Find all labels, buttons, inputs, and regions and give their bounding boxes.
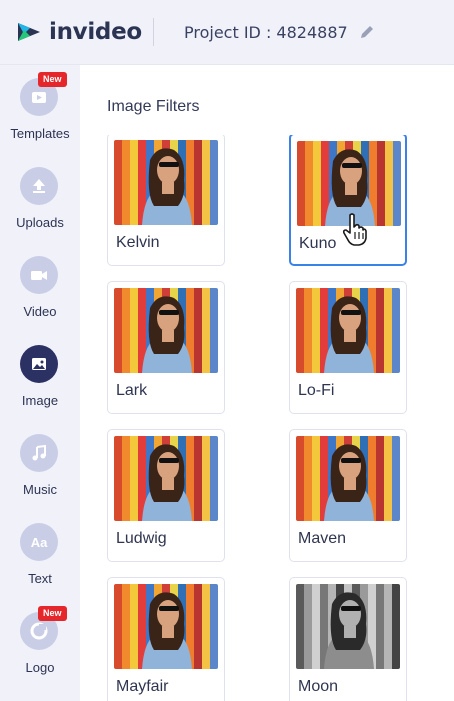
- image-icon: [20, 345, 58, 383]
- project-id: Project ID : 4824887: [184, 20, 375, 44]
- brand-name: invideo: [49, 19, 142, 45]
- video-camera-icon: [20, 256, 58, 294]
- app-header: invideo Project ID : 4824887: [0, 0, 454, 65]
- filter-name: Maven: [298, 530, 347, 547]
- sidebar-item-label: Music: [23, 482, 57, 497]
- filter-card-lo-fi[interactable]: Lo-Fi: [289, 281, 407, 414]
- new-badge: New: [38, 72, 67, 87]
- sidebar-item-label: Image: [21, 393, 59, 408]
- filter-preview-image: [114, 288, 218, 373]
- new-badge: New: [38, 606, 67, 621]
- filter-name: Kuno: [299, 235, 337, 252]
- filter-card-kelvin[interactable]: Kelvin: [107, 135, 225, 266]
- invideo-logo[interactable]: invideo: [14, 17, 142, 47]
- filter-preview-image: [114, 436, 218, 521]
- filter-preview-image: [114, 140, 218, 225]
- sidebar-item-label: Video: [23, 304, 57, 319]
- project-id-text: Project ID : 4824887: [184, 22, 348, 42]
- hand-pointer-cursor-icon: [342, 213, 367, 246]
- filter-name: Moon: [298, 678, 339, 695]
- filter-preview-image: [296, 288, 400, 373]
- filter-name: Mayfair: [116, 678, 169, 695]
- sidebar-item-video[interactable]: Video: [0, 246, 80, 334]
- filter-preview-image: [296, 436, 400, 521]
- upload-icon: [20, 167, 58, 205]
- sidebar-item-image[interactable]: Image: [0, 335, 80, 423]
- text-icon-glyph: Aa: [30, 534, 48, 550]
- filter-card-kuno[interactable]: Kuno: [289, 135, 407, 266]
- sidebar-item-label: Templates: [10, 126, 70, 141]
- sidebar-item-label: Logo: [25, 660, 55, 675]
- filter-card-ludwig[interactable]: Ludwig: [107, 429, 225, 562]
- filter-name: Ludwig: [116, 530, 167, 547]
- filter-name: Lo-Fi: [298, 382, 335, 399]
- filter-card-lark[interactable]: Lark: [107, 281, 225, 414]
- sidebar-item-logo[interactable]: New Logo: [0, 602, 80, 690]
- filter-card-moon[interactable]: Moon: [289, 577, 407, 701]
- sidebar-item-templates[interactable]: New Templates: [0, 68, 80, 156]
- sidebar-item-label: Text: [28, 571, 52, 586]
- sidebar-item-label: Uploads: [16, 215, 64, 230]
- sidebar-item-music[interactable]: Music: [0, 424, 80, 512]
- filter-grid: Kelvin Kuno Lark Lo-Fi Ludwig Maven Mayfair Moo…: [80, 135, 454, 701]
- sidebar-item-uploads[interactable]: Uploads: [0, 157, 80, 245]
- text-icon: Aa: [20, 523, 58, 561]
- filter-card-mayfair[interactable]: Mayfair: [107, 577, 225, 701]
- sidebar-item-text[interactable]: Aa Text: [0, 513, 80, 601]
- filter-preview-image: [114, 584, 218, 669]
- filter-name: Kelvin: [116, 234, 160, 251]
- filter-name: Lark: [116, 382, 148, 399]
- music-note-icon: [20, 434, 58, 472]
- edit-pencil-icon[interactable]: [359, 24, 375, 40]
- invideo-logo-icon: [18, 23, 40, 41]
- filter-preview-image: [296, 584, 400, 669]
- panel-title: Image Filters: [107, 98, 200, 115]
- filter-card-maven[interactable]: Maven: [289, 429, 407, 562]
- header-divider: [153, 18, 154, 46]
